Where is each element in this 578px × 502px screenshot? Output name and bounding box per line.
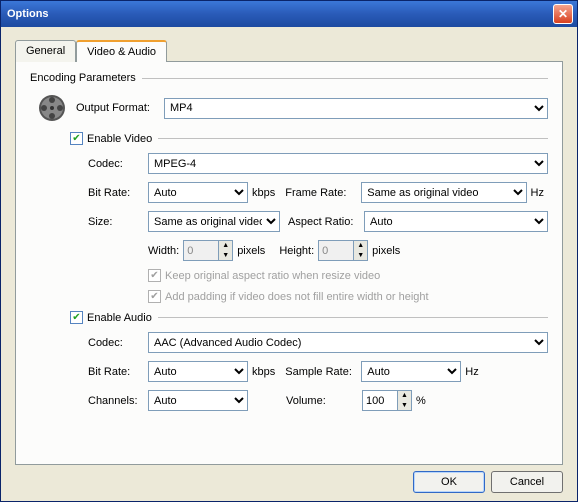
keep-aspect-label: Keep original aspect ratio when resize v… xyxy=(165,270,380,282)
tab-video-audio[interactable]: Video & Audio xyxy=(76,40,167,62)
add-padding-checkbox: ✔ xyxy=(148,290,161,303)
channels-label: Channels: xyxy=(88,395,148,407)
chevron-down-icon[interactable]: ▼ xyxy=(398,401,411,411)
volume-spinner[interactable]: ▲▼ xyxy=(362,390,412,411)
samplerate-select[interactable]: Auto xyxy=(361,361,461,382)
tab-general[interactable]: General xyxy=(15,40,76,62)
video-bitrate-label: Bit Rate: xyxy=(88,187,148,199)
client-area: General Video & Audio Encoding Parameter… xyxy=(1,27,577,501)
titlebar: Options ✕ xyxy=(1,1,577,27)
options-window: Options ✕ General Video & Audio Encoding… xyxy=(0,0,578,502)
size-select[interactable]: Same as original video xyxy=(148,211,280,232)
enable-video-checkbox[interactable]: ✔ xyxy=(70,132,83,145)
aspect-select[interactable]: Auto xyxy=(364,211,548,232)
chevron-down-icon[interactable]: ▼ xyxy=(354,251,367,261)
aspect-label: Aspect Ratio: xyxy=(288,216,364,228)
samplerate-label: Sample Rate: xyxy=(285,366,361,378)
volume-unit: % xyxy=(416,395,426,407)
divider xyxy=(158,138,548,139)
pixels-label: pixels xyxy=(237,245,265,257)
video-codec-label: Codec: xyxy=(88,158,148,170)
audio-codec-label: Codec: xyxy=(88,337,148,349)
button-row: OK Cancel xyxy=(15,465,563,493)
pixels-label: pixels xyxy=(372,245,400,257)
window-title: Options xyxy=(7,8,553,20)
audio-bitrate-select[interactable]: Auto xyxy=(148,361,248,382)
chevron-down-icon[interactable]: ▼ xyxy=(219,251,232,261)
film-reel-icon xyxy=(36,92,68,124)
width-label: Width: xyxy=(148,245,179,257)
video-bitrate-unit: kbps xyxy=(252,187,275,199)
divider xyxy=(158,317,548,318)
framerate-unit: Hz xyxy=(531,187,544,199)
output-format-select[interactable]: MP4 xyxy=(164,98,548,119)
divider xyxy=(142,78,548,79)
samplerate-unit: Hz xyxy=(465,366,478,378)
chevron-up-icon[interactable]: ▲ xyxy=(354,241,367,251)
encoding-group: Encoding Parameters Output Format: MP4 ✔… xyxy=(30,72,548,411)
audio-bitrate-label: Bit Rate: xyxy=(88,366,148,378)
keep-aspect-checkbox: ✔ xyxy=(148,269,161,282)
tab-bar: General Video & Audio xyxy=(15,39,563,61)
size-label: Size: xyxy=(88,216,148,228)
height-spinner[interactable]: ▲▼ xyxy=(318,240,368,261)
video-codec-select[interactable]: MPEG-4 xyxy=(148,153,548,174)
volume-label: Volume: xyxy=(286,395,362,407)
chevron-up-icon[interactable]: ▲ xyxy=(219,241,232,251)
audio-codec-select[interactable]: AAC (Advanced Audio Codec) xyxy=(148,332,548,353)
height-input[interactable] xyxy=(319,241,353,260)
output-format-label: Output Format: xyxy=(76,102,164,114)
enable-video-label: Enable Video xyxy=(87,133,152,145)
framerate-select[interactable]: Same as original video xyxy=(361,182,526,203)
chevron-up-icon[interactable]: ▲ xyxy=(398,391,411,401)
volume-input[interactable] xyxy=(363,391,397,410)
close-button[interactable]: ✕ xyxy=(553,4,573,24)
ok-button[interactable]: OK xyxy=(413,471,485,493)
width-spinner[interactable]: ▲▼ xyxy=(183,240,233,261)
encoding-label: Encoding Parameters xyxy=(30,72,142,84)
add-padding-label: Add padding if video does not fill entir… xyxy=(165,291,429,303)
audio-bitrate-unit: kbps xyxy=(252,366,275,378)
framerate-label: Frame Rate: xyxy=(285,187,361,199)
close-icon: ✕ xyxy=(558,7,568,21)
tab-panel: Encoding Parameters Output Format: MP4 ✔… xyxy=(15,61,563,465)
channels-select[interactable]: Auto xyxy=(148,390,248,411)
enable-audio-label: Enable Audio xyxy=(87,312,152,324)
enable-audio-checkbox[interactable]: ✔ xyxy=(70,311,83,324)
width-input[interactable] xyxy=(184,241,218,260)
video-bitrate-select[interactable]: Auto xyxy=(148,182,248,203)
height-label: Height: xyxy=(279,245,314,257)
cancel-button[interactable]: Cancel xyxy=(491,471,563,493)
